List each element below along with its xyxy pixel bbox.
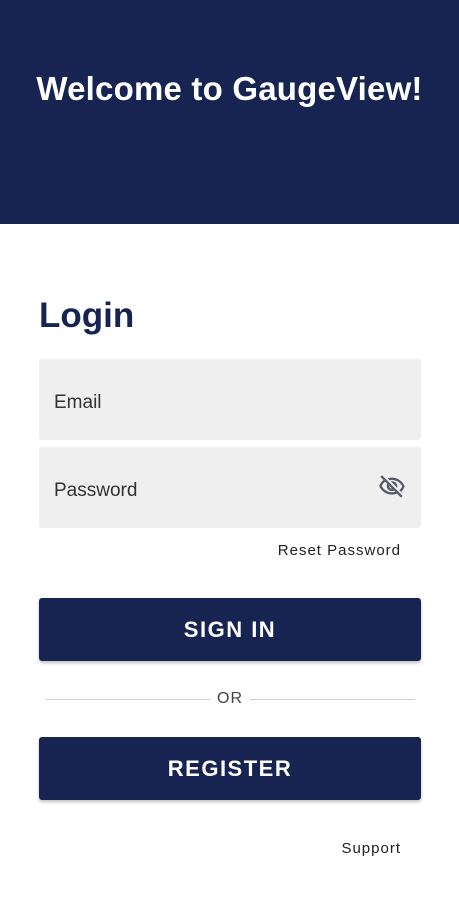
password-field[interactable]: Password: [39, 447, 421, 528]
register-button[interactable]: REGISTER: [39, 737, 421, 800]
or-divider-label: OR: [217, 690, 243, 707]
reset-password-link[interactable]: Reset Password: [278, 542, 401, 559]
divider-left: [45, 699, 210, 700]
support-link[interactable]: Support: [341, 840, 401, 857]
header-banner: Welcome to GaugeView!: [0, 0, 459, 224]
app-welcome-title: Welcome to GaugeView!: [36, 70, 423, 107]
sign-in-button[interactable]: SIGN IN: [39, 598, 421, 661]
email-field[interactable]: Email: [39, 359, 421, 440]
login-heading: Login: [39, 296, 135, 335]
eye-off-icon[interactable]: [377, 473, 407, 501]
password-field-label: Password: [54, 480, 138, 501]
divider-right: [250, 699, 415, 700]
email-field-label: Email: [54, 392, 102, 413]
